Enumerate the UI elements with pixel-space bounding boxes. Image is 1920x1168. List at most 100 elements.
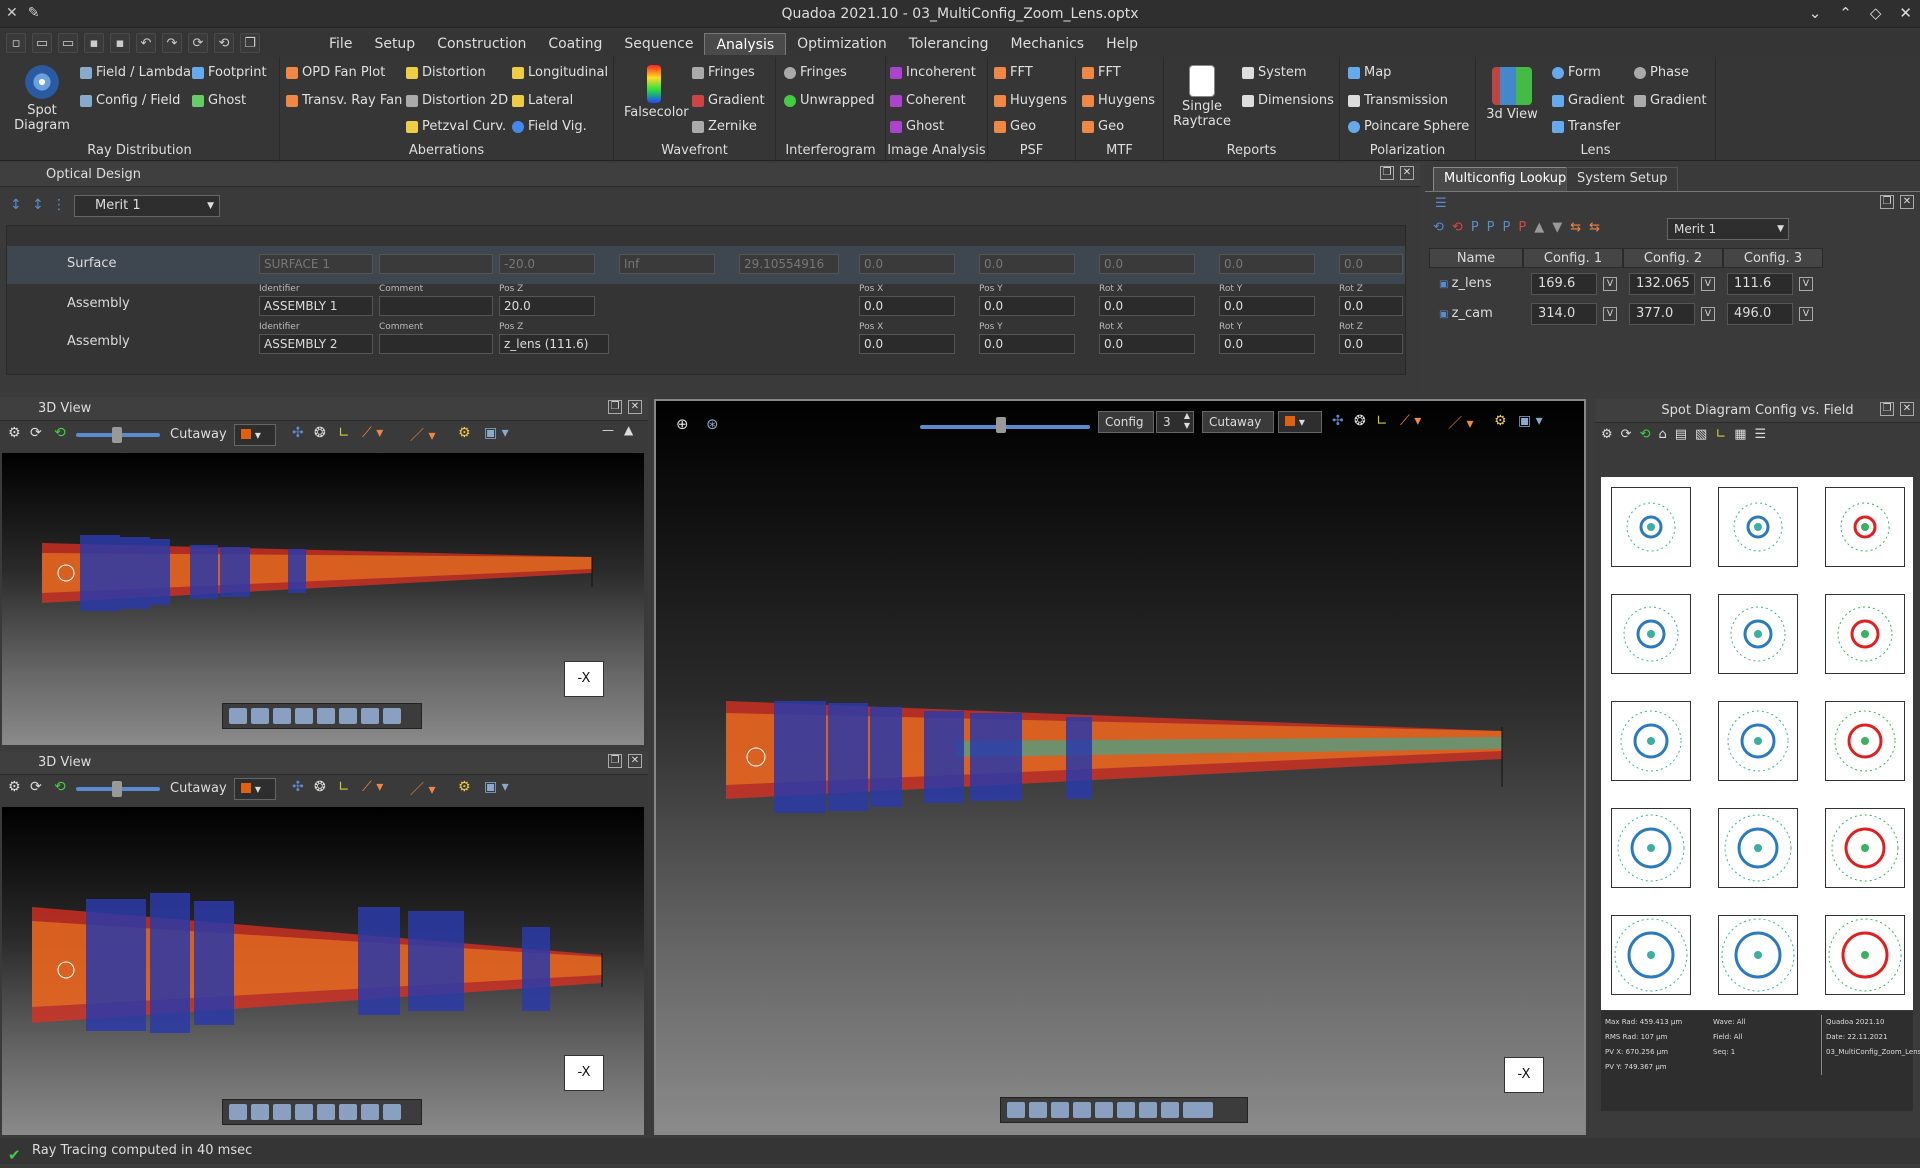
view-front-icon[interactable]	[251, 1104, 269, 1120]
dimensions-button[interactable]: Dimensions	[1242, 93, 1334, 108]
list-icon[interactable]: ☰	[1755, 427, 1767, 442]
refresh-icon[interactable]: ⟳	[30, 425, 42, 441]
fit-icon[interactable]	[1007, 1102, 1025, 1118]
single-raytrace-button[interactable]: Single Raytrace	[1170, 65, 1234, 129]
spot-cell[interactable]	[1611, 808, 1691, 888]
print-icon[interactable]: ▤	[1675, 427, 1687, 442]
line-icon[interactable]: ／ ▾	[410, 425, 435, 445]
form-button[interactable]: Form	[1552, 65, 1601, 80]
table-row-name[interactable]: ▣ z_cam	[1429, 300, 1523, 328]
render-mode-icon[interactable]: ▣ ▾	[484, 425, 509, 441]
undo-icon[interactable]: ↶	[136, 33, 156, 53]
options-icon[interactable]: ⚙	[458, 425, 471, 441]
view-right-icon[interactable]	[361, 708, 379, 724]
config-cell[interactable]: 169.6	[1531, 273, 1597, 295]
table-row[interactable]: Assembly Identifier Comment Pos Z Pos X …	[7, 284, 1405, 322]
cutaway-color-select[interactable]: ▾	[234, 778, 276, 800]
save-icon[interactable]: ▪	[84, 33, 104, 53]
auto-update-icon[interactable]: ⟲	[54, 779, 66, 795]
falsecolor-button[interactable]: Falsecolor	[624, 65, 689, 120]
image-ghost-button[interactable]: Ghost	[890, 119, 944, 134]
delete-config-icon[interactable]: P	[1518, 220, 1526, 235]
ghost-button[interactable]: Ghost	[192, 93, 246, 108]
move-up-icon[interactable]: ↕	[10, 197, 22, 213]
config-cell[interactable]: 314.0	[1531, 303, 1597, 325]
roty-cell[interactable]: 0.0	[1219, 296, 1315, 316]
refresh-icon[interactable]: ⟳	[1621, 427, 1632, 442]
view-top-icon[interactable]	[295, 1104, 313, 1120]
spot-cell[interactable]	[1718, 915, 1798, 995]
float-icon[interactable]: ◇	[1870, 4, 1882, 22]
home-icon[interactable]: ⌂	[1658, 427, 1666, 442]
rotz-cell[interactable]: 0.0	[1339, 296, 1403, 316]
line-icon[interactable]: ／ ▾	[410, 779, 435, 799]
posx-cell[interactable]: 0.0	[859, 296, 955, 316]
close-icon[interactable]: ✕	[628, 400, 642, 414]
fit-icon[interactable]	[229, 708, 247, 724]
float-icon[interactable]: ❐	[608, 754, 622, 768]
longitudinal-button[interactable]: Longitudinal	[512, 65, 608, 80]
view-bottom-icon[interactable]	[317, 1104, 335, 1120]
variable-toggle[interactable]: V	[1603, 307, 1617, 321]
posy-cell[interactable]: 0.0	[979, 334, 1075, 354]
rotz-cell[interactable]: 0.0	[1339, 334, 1403, 354]
settings-icon[interactable]: ⚙	[8, 779, 21, 795]
spot-cell[interactable]	[1718, 487, 1798, 567]
axis-icon[interactable]: ✣	[292, 425, 304, 441]
config-cell[interactable]: 132.065	[1629, 273, 1695, 295]
rotate-icon[interactable]	[383, 1104, 401, 1120]
mtf-huygens-button[interactable]: Huygens	[1082, 93, 1155, 108]
view-front-icon[interactable]	[251, 708, 269, 724]
wavefront-fringes-button[interactable]: Fringes	[692, 65, 755, 80]
rotate-icon[interactable]	[383, 708, 401, 724]
float-icon[interactable]: ❐	[608, 400, 622, 414]
identifier-cell[interactable]: SURFACE 1	[259, 254, 373, 274]
view-right-icon[interactable]	[361, 1104, 379, 1120]
minimize-icon[interactable]: —	[602, 423, 614, 437]
view-back-icon[interactable]	[273, 708, 291, 724]
merit-select[interactable]: Merit 1 ▼	[74, 195, 220, 217]
spot-cell[interactable]	[1611, 915, 1691, 995]
opd-fan-plot-button[interactable]: OPD Fan Plot	[286, 65, 385, 80]
view-direction-button[interactable]: -X	[564, 661, 604, 697]
variable-toggle[interactable]: V	[1799, 277, 1813, 291]
rotate-icon[interactable]	[1161, 1102, 1179, 1118]
add-config-icon[interactable]: P	[1503, 220, 1511, 235]
spot-cell[interactable]	[1825, 808, 1905, 888]
psf-huygens-button[interactable]: Huygens	[994, 93, 1067, 108]
table-row[interactable]: Surface SURFACE 1 -20.0 Inf 29.10554916 …	[7, 246, 1405, 284]
minimize-icon[interactable]: ⌄	[1809, 4, 1822, 22]
transv-ray-fan-button[interactable]: Transv. Ray Fan	[286, 93, 402, 108]
remove-operand-icon[interactable]: ⟲	[1452, 220, 1463, 235]
variable-toggle[interactable]: V	[1603, 277, 1617, 291]
tab-multiconfig-lookup[interactable]: Multiconfig Lookup	[1433, 167, 1578, 191]
mtf-fft-button[interactable]: FFT	[1082, 65, 1121, 80]
float-icon[interactable]: ❐	[1880, 402, 1894, 416]
close-icon[interactable]: ✕	[1900, 195, 1914, 209]
swap-left-icon[interactable]: ⇆	[1570, 220, 1581, 235]
fit-icon[interactable]	[229, 1104, 247, 1120]
posz-cell[interactable]: -20.0	[499, 254, 595, 274]
spot-cell[interactable]	[1825, 915, 1905, 995]
radius-cell[interactable]: Inf	[619, 254, 715, 274]
move-down-icon[interactable]: ▼	[1552, 220, 1562, 235]
collapse-icon[interactable]: ▲	[624, 423, 633, 437]
variable-toggle[interactable]: V	[1799, 307, 1813, 321]
transmission-button[interactable]: Transmission	[1348, 93, 1448, 108]
mtf-geo-button[interactable]: Geo	[1082, 119, 1124, 134]
coordinate-icon[interactable]: ∟	[338, 425, 350, 441]
rotz-cell[interactable]: 0.0	[1339, 254, 1403, 274]
rotx-cell[interactable]: 0.0	[1099, 334, 1195, 354]
variable-toggle[interactable]: V	[1701, 277, 1715, 291]
spot-cell[interactable]	[1611, 594, 1691, 674]
add-param-icon[interactable]: P	[1471, 220, 1479, 235]
close-icon[interactable]: ✕	[1899, 4, 1912, 22]
open-file-icon[interactable]: ▭	[32, 33, 52, 53]
options-icon[interactable]: ⚙	[458, 779, 471, 795]
menu-tolerancing[interactable]: Tolerancing	[898, 33, 1000, 55]
view-back-icon[interactable]	[273, 1104, 291, 1120]
auto-update-icon[interactable]: ⟲	[54, 425, 66, 441]
export-icon[interactable]: ▧	[1695, 427, 1707, 442]
rays-icon[interactable]: ⟋ ▾	[362, 425, 383, 441]
field-lambda-button[interactable]: Field / Lambda	[80, 65, 191, 80]
